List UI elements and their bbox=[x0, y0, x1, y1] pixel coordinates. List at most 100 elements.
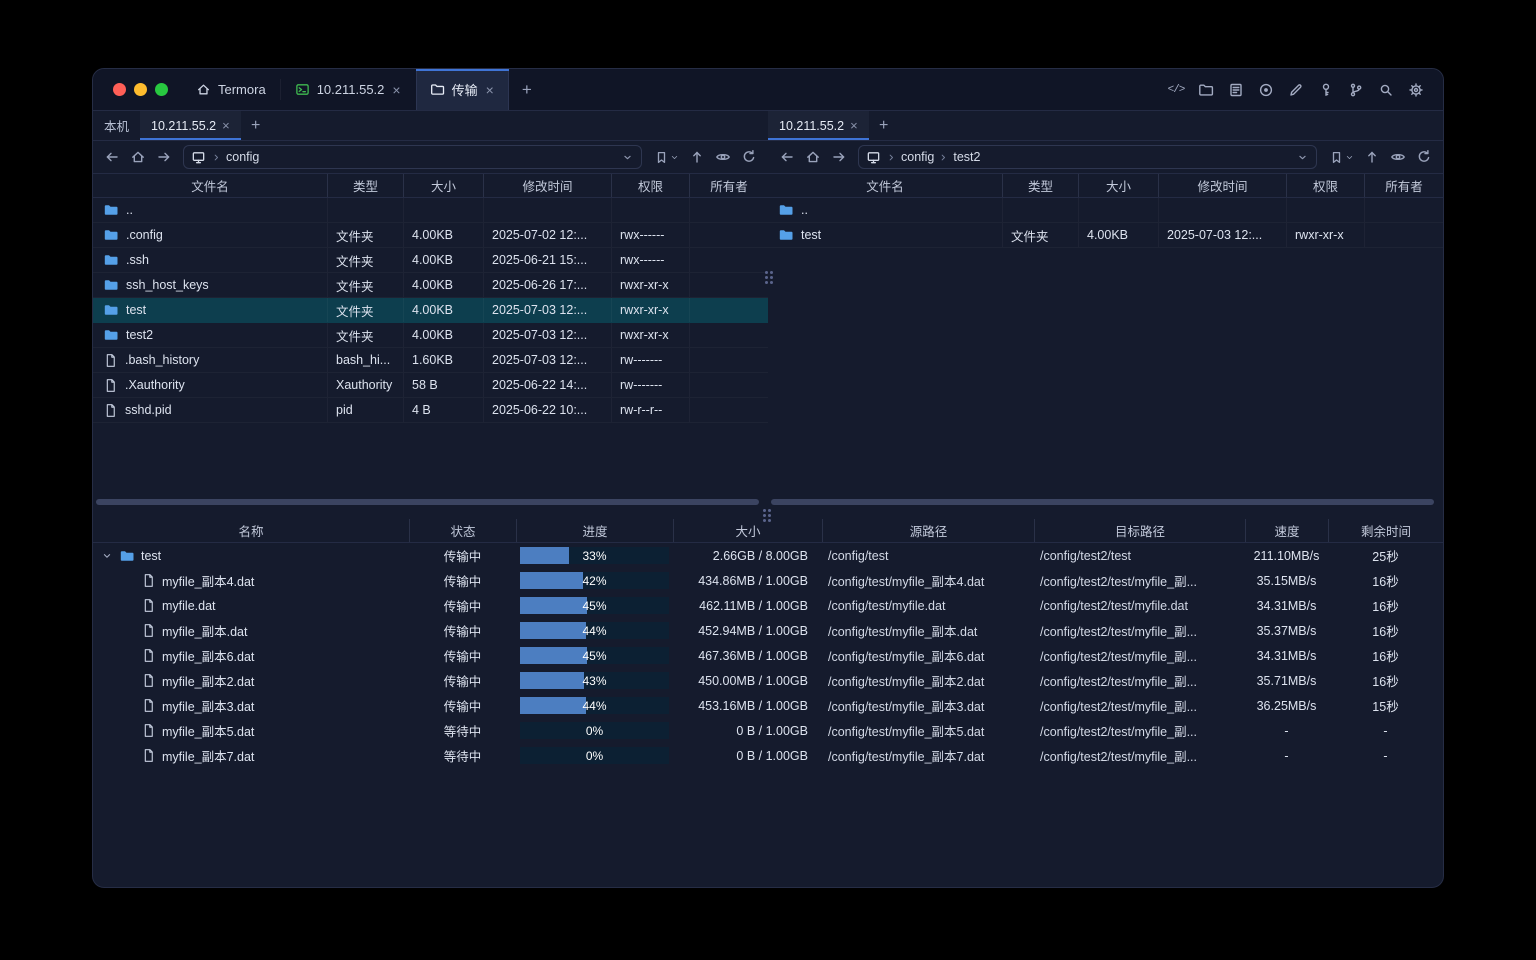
tab-host-session[interactable]: 10.211.55.2 × bbox=[281, 69, 416, 110]
column-header[interactable]: 类型 bbox=[327, 174, 403, 197]
column-header[interactable]: 大小 bbox=[1078, 174, 1158, 197]
transfer-splitter-horizontal[interactable] bbox=[93, 507, 1443, 519]
transfer-row-myfile_副本5.dat[interactable]: myfile_副本5.dat等待中0%0 B / 1.00GB/config/t… bbox=[93, 718, 1443, 743]
column-header[interactable]: 权限 bbox=[611, 174, 689, 197]
breadcrumb-segment[interactable]: test2 bbox=[953, 150, 980, 164]
file-row-test[interactable]: test文件夹4.00KB2025-07-03 12:...rwxr-xr-x bbox=[768, 223, 1443, 248]
settings-gear-icon[interactable] bbox=[1403, 77, 1429, 103]
upload-icon[interactable] bbox=[1360, 145, 1384, 169]
file-row-.config[interactable]: .config文件夹4.00KB2025-07-02 12:...rwx----… bbox=[93, 223, 768, 248]
back-icon[interactable] bbox=[775, 145, 799, 169]
file-row-..[interactable]: .. bbox=[768, 198, 1443, 223]
folder-icon[interactable] bbox=[1193, 77, 1219, 103]
path-field[interactable]: config test2 bbox=[858, 145, 1317, 169]
branch-icon[interactable] bbox=[1343, 77, 1369, 103]
back-icon[interactable] bbox=[100, 145, 124, 169]
zoom-window-button[interactable] bbox=[155, 83, 168, 96]
transfer-row-myfile_副本2.dat[interactable]: myfile_副本2.dat传输中43%450.00MB / 1.00GB/co… bbox=[93, 668, 1443, 693]
transfer-row-test[interactable]: test传输中33%2.66GB / 8.00GB/config/test/co… bbox=[93, 543, 1443, 568]
file-row-.Xauthority[interactable]: .XauthorityXauthority58 B2025-06-22 14:.… bbox=[93, 373, 768, 398]
chevron-right-icon bbox=[886, 152, 897, 163]
tab-transfer[interactable]: 传输 × bbox=[416, 69, 509, 110]
column-header[interactable]: 类型 bbox=[1002, 174, 1078, 197]
close-window-button[interactable] bbox=[113, 83, 126, 96]
file-row-.ssh[interactable]: .ssh文件夹4.00KB2025-06-21 15:...rwx------ bbox=[93, 248, 768, 273]
transfer-row-myfile_副本7.dat[interactable]: myfile_副本7.dat等待中0%0 B / 1.00GB/config/t… bbox=[93, 743, 1443, 768]
file-row-ssh_host_keys[interactable]: ssh_host_keys文件夹4.00KB2025-06-26 17:...r… bbox=[93, 273, 768, 298]
tab-termora-home[interactable]: Termora bbox=[182, 69, 280, 110]
close-tab-icon[interactable]: × bbox=[391, 83, 401, 97]
file-row-..[interactable]: .. bbox=[93, 198, 768, 223]
file-icon bbox=[103, 353, 118, 368]
transfer-row-myfile_副本4.dat[interactable]: myfile_副本4.dat传输中42%434.86MB / 1.00GB/co… bbox=[93, 568, 1443, 593]
column-header[interactable]: 速度 bbox=[1245, 519, 1328, 542]
file-row-test[interactable]: test文件夹4.00KB2025-07-03 12:...rwxr-xr-x bbox=[93, 298, 768, 323]
pencil-icon[interactable] bbox=[1283, 77, 1309, 103]
upload-icon[interactable] bbox=[685, 145, 709, 169]
path-field[interactable]: config bbox=[183, 145, 642, 169]
search-icon[interactable] bbox=[1373, 77, 1399, 103]
column-header[interactable]: 进度 bbox=[516, 519, 673, 542]
transfer-row-myfile.dat[interactable]: myfile.dat传输中45%462.11MB / 1.00GB/config… bbox=[93, 593, 1443, 618]
panel-tab-10.211.55.2[interactable]: 10.211.55.2× bbox=[768, 111, 869, 140]
column-header[interactable]: 所有者 bbox=[689, 174, 768, 197]
scrollbar-thumb[interactable] bbox=[96, 499, 759, 505]
column-header[interactable]: 权限 bbox=[1286, 174, 1364, 197]
scrollbar-thumb[interactable] bbox=[771, 499, 1434, 505]
breadcrumb-segment[interactable]: config bbox=[901, 150, 934, 164]
progress-percent: 45% bbox=[520, 597, 669, 614]
column-header[interactable]: 名称 bbox=[93, 519, 409, 542]
close-tab-icon[interactable]: × bbox=[222, 119, 230, 132]
transfer-row-myfile_副本6.dat[interactable]: myfile_副本6.dat传输中45%467.36MB / 1.00GB/co… bbox=[93, 643, 1443, 668]
transfer-row-myfile_副本3.dat[interactable]: myfile_副本3.dat传输中44%453.16MB / 1.00GB/co… bbox=[93, 693, 1443, 718]
horizontal-scrollbar[interactable] bbox=[768, 497, 1443, 507]
panel-tab-10.211.55.2[interactable]: 10.211.55.2× bbox=[140, 111, 241, 140]
column-header[interactable]: 文件名 bbox=[768, 174, 1002, 197]
key-icon[interactable] bbox=[1313, 77, 1339, 103]
breadcrumb-segment[interactable]: config bbox=[226, 150, 259, 164]
column-header[interactable]: 目标路径 bbox=[1034, 519, 1245, 542]
panel-tab-本机[interactable]: 本机 bbox=[93, 111, 140, 140]
close-tab-icon[interactable]: × bbox=[850, 119, 858, 132]
column-header[interactable]: 状态 bbox=[409, 519, 516, 542]
chevron-down-icon[interactable] bbox=[1296, 151, 1309, 164]
log-icon[interactable] bbox=[1223, 77, 1249, 103]
file-row-test2[interactable]: test2文件夹4.00KB2025-07-03 12:...rwxr-xr-x bbox=[93, 323, 768, 348]
column-header[interactable]: 修改时间 bbox=[483, 174, 611, 197]
close-tab-icon[interactable]: × bbox=[485, 83, 495, 97]
splitter-grip[interactable] bbox=[763, 509, 771, 522]
column-header[interactable]: 大小 bbox=[403, 174, 483, 197]
file-row-sshd.pid[interactable]: sshd.pidpid4 B2025-06-22 10:...rw-r--r-- bbox=[93, 398, 768, 423]
new-panel-tab-button[interactable]: + bbox=[241, 111, 271, 140]
bookmark-dropdown-button[interactable] bbox=[649, 145, 683, 169]
show-hidden-eye-icon[interactable] bbox=[711, 145, 735, 169]
column-header[interactable]: 源路径 bbox=[822, 519, 1034, 542]
splitter-grip[interactable] bbox=[765, 271, 773, 284]
column-header[interactable]: 修改时间 bbox=[1158, 174, 1286, 197]
file-type: 文件夹 bbox=[327, 273, 403, 297]
terminal-host-icon bbox=[295, 82, 310, 97]
column-header[interactable]: 所有者 bbox=[1364, 174, 1443, 197]
bookmark-dropdown-button[interactable] bbox=[1324, 145, 1358, 169]
new-panel-tab-button[interactable]: + bbox=[869, 111, 899, 140]
file-row-.bash_history[interactable]: .bash_historybash_hi...1.60KB2025-07-03 … bbox=[93, 348, 768, 373]
progress-percent: 43% bbox=[520, 672, 669, 689]
forward-icon[interactable] bbox=[827, 145, 851, 169]
home-icon[interactable] bbox=[801, 145, 825, 169]
home-icon[interactable] bbox=[126, 145, 150, 169]
show-hidden-eye-icon[interactable] bbox=[1386, 145, 1410, 169]
column-header[interactable]: 剩余时间 bbox=[1328, 519, 1443, 542]
horizontal-scrollbar[interactable] bbox=[93, 497, 768, 507]
record-icon[interactable] bbox=[1253, 77, 1279, 103]
expand-chevron-icon[interactable] bbox=[101, 550, 113, 562]
forward-icon[interactable] bbox=[152, 145, 176, 169]
column-header[interactable]: 文件名 bbox=[93, 174, 327, 197]
code-icon[interactable]: </> bbox=[1163, 77, 1189, 103]
new-tab-button[interactable]: + bbox=[509, 69, 545, 110]
transfer-row-myfile_副本.dat[interactable]: myfile_副本.dat传输中44%452.94MB / 1.00GB/con… bbox=[93, 618, 1443, 643]
minimize-window-button[interactable] bbox=[134, 83, 147, 96]
refresh-icon[interactable] bbox=[737, 145, 761, 169]
refresh-icon[interactable] bbox=[1412, 145, 1436, 169]
column-header[interactable]: 大小 bbox=[673, 519, 822, 542]
chevron-down-icon[interactable] bbox=[621, 151, 634, 164]
